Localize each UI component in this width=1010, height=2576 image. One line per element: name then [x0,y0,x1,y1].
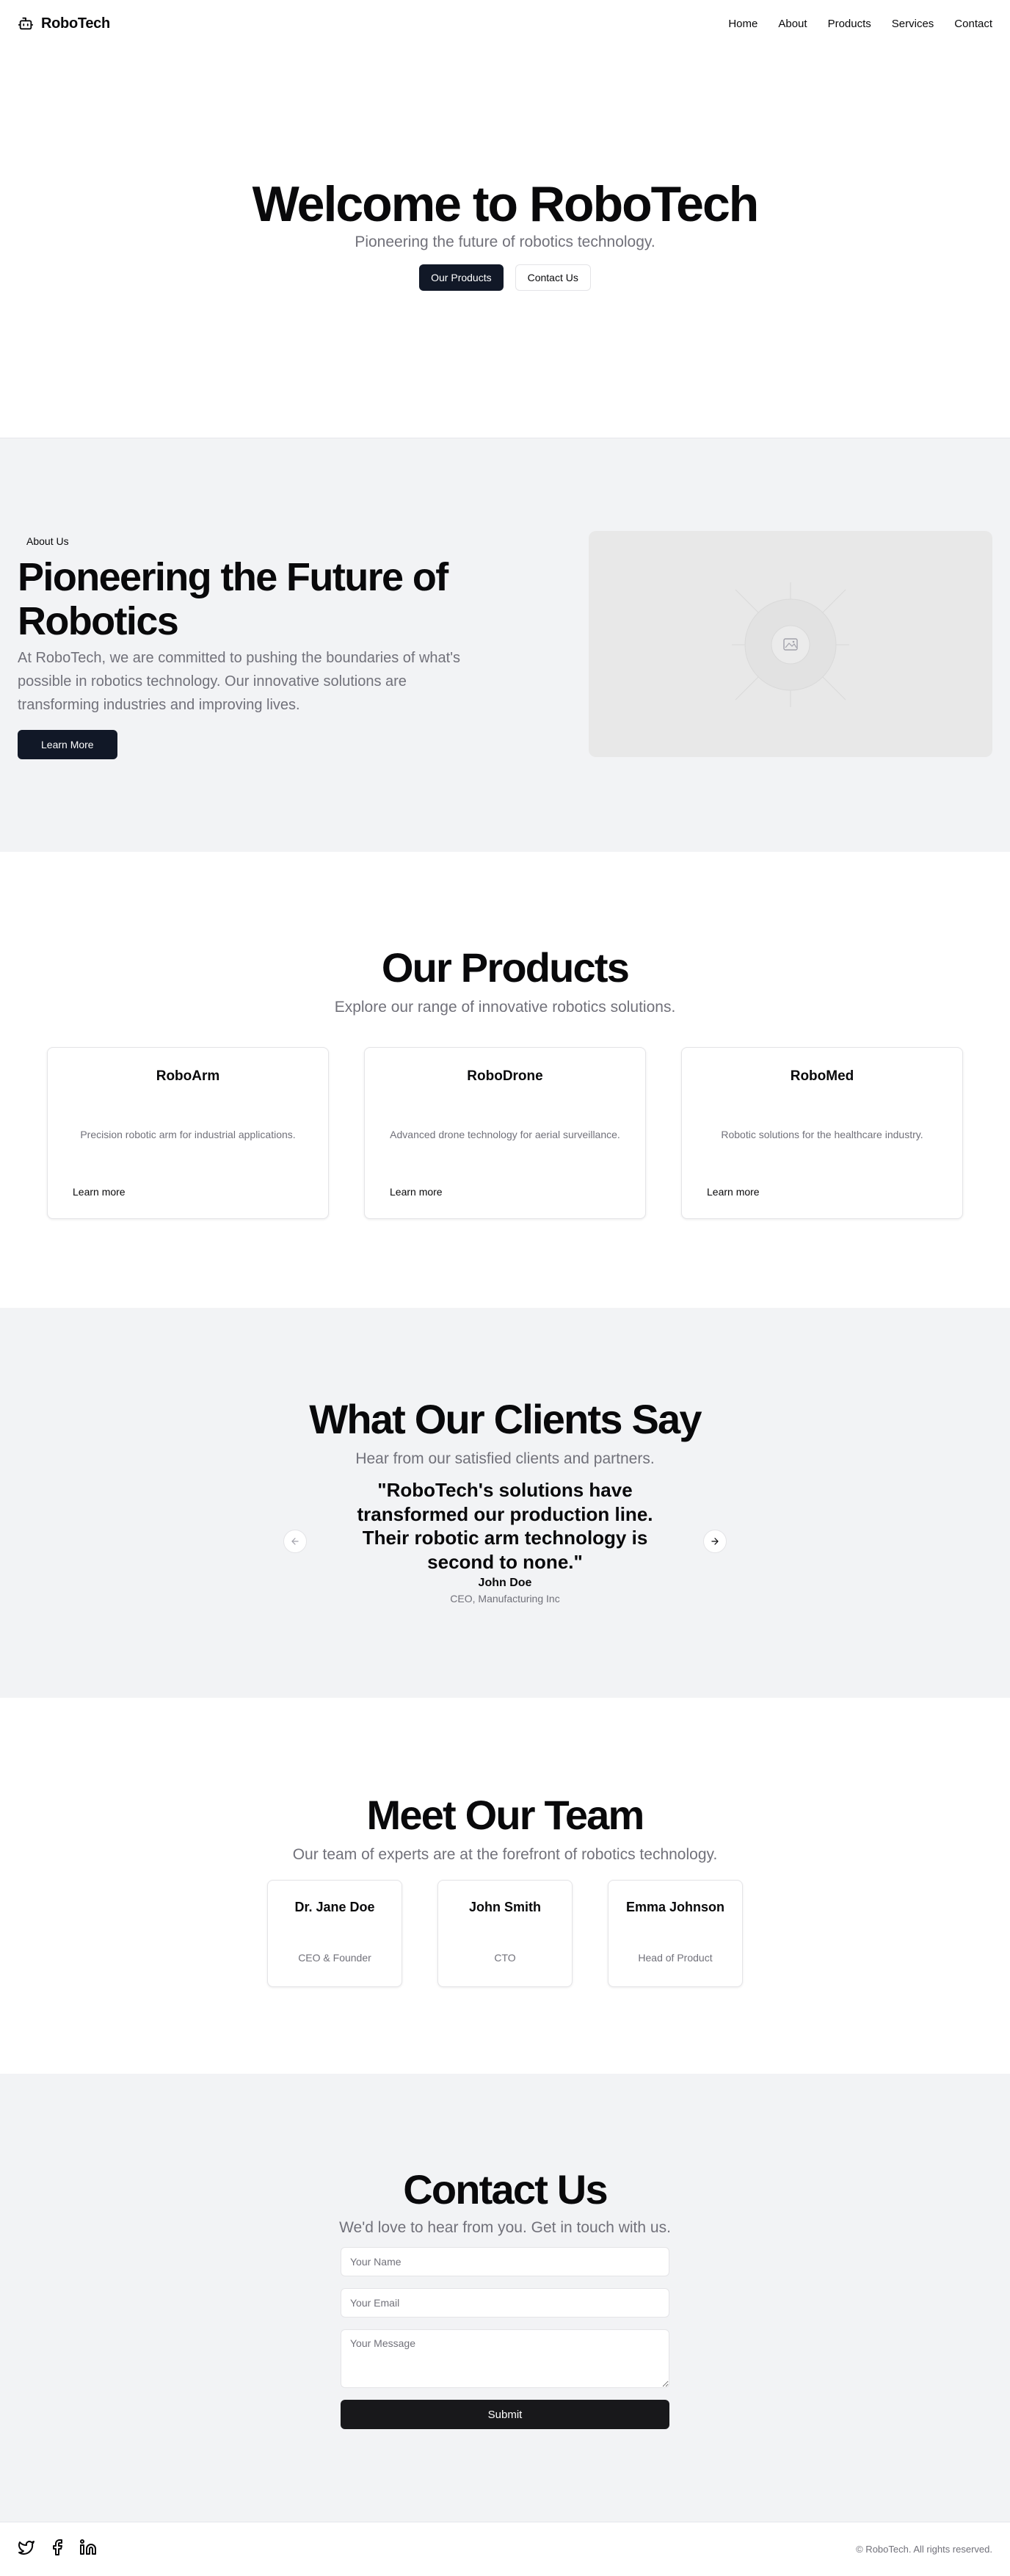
email-field[interactable] [341,2288,669,2318]
about-title: Pioneering the Future of Robotics [18,555,448,643]
hero-buttons: Our Products Contact Us [419,264,591,291]
team-title: Meet Our Team [366,1792,645,1838]
brand[interactable]: RoboTech [18,15,110,32]
testimonials-title: What Our Clients Say [309,1396,702,1442]
about-tag: About Us [18,531,78,552]
testimonials-section: What Our Clients Say Hear from our satis… [0,1308,1010,1698]
contact-title: Contact Us [403,2166,608,2213]
hero-section: Welcome to RoboTech Pioneering the futur… [0,47,1010,438]
about-body: At RoboTech, we are committed to pushing… [18,649,461,713]
our-products-button[interactable]: Our Products [419,264,504,291]
submit-button[interactable]: Submit [341,2400,669,2429]
product-learn-more-link[interactable]: Learn more [707,1186,760,1198]
facebook-icon [53,2539,62,2555]
product-learn-more-link[interactable]: Learn more [73,1186,126,1198]
main-nav: Home About Products Services Contact [728,18,992,30]
about-section: About Us Pioneering the Future of Roboti… [0,438,1010,852]
product-description: Precision robotic arm for industrial app… [80,1129,296,1140]
testimonial-author: John Doe [478,1577,532,1589]
nav-home[interactable]: Home [728,18,758,30]
product-name: RoboArm [156,1068,220,1084]
team-card: Emma Johnson Head of Product [608,1880,743,1987]
team-card: Dr. Jane Doe CEO & Founder [267,1880,402,1987]
facebook-link[interactable] [48,2539,66,2560]
products-title: Our Products [381,944,630,991]
about-image-placeholder [589,531,992,757]
team-member-name: Emma Johnson [625,1900,725,1914]
team-subtitle: Our team of experts are at the forefront… [292,1846,718,1863]
team-section: Meet Our Team Our team of experts are at… [0,1698,1010,2074]
message-field[interactable] [341,2329,669,2388]
about-content: About Us Pioneering the Future of Roboti… [18,531,575,759]
products-section: Our Products Explore our range of innova… [0,852,1010,1308]
team-member-name: Dr. Jane Doe [294,1900,375,1914]
nav-contact[interactable]: Contact [954,18,992,30]
testimonial-role: CEO, Manufacturing Inc [450,1593,560,1604]
twitter-link[interactable] [18,2539,35,2560]
team-member-role: CEO & Founder [298,1952,371,1964]
nav-about[interactable]: About [778,18,807,30]
nav-products[interactable]: Products [828,18,871,30]
team-member-name: John Smith [469,1900,541,1914]
team-cards: Dr. Jane Doe CEO & Founder John Smith CT… [267,1880,743,1987]
hero-title: Welcome to RoboTech [252,176,760,232]
arrow-left-icon [291,1538,299,1545]
product-card-roboarm: RoboArm Precision robotic arm for indust… [47,1047,329,1219]
site-header: RoboTech Home About Products Services Co… [0,0,1010,47]
learn-more-button[interactable]: Learn More [18,729,117,759]
name-field[interactable] [341,2247,669,2276]
site-footer: © RoboTech. All rights reserved. [0,2522,1010,2576]
testimonial-carousel: "RoboTech's solutions have transformed o… [283,1478,727,1604]
twitter-icon [18,2541,34,2555]
product-name: RoboDrone [467,1068,543,1084]
testimonials-subtitle: Hear from our satisfied clients and part… [355,1450,655,1467]
arrow-right-icon [711,1538,719,1545]
product-learn-more-link[interactable]: Learn more [390,1186,443,1198]
team-member-role: Head of Product [638,1952,713,1964]
image-placeholder-icon [732,582,849,707]
contact-section: Contact Us We'd love to hear from you. G… [0,2074,1010,2522]
testimonial: "RoboTech's solutions have transformed o… [336,1478,674,1604]
contact-form: Submit [341,2247,669,2429]
testimonial-quote: "RoboTech's solutions have transformed o… [357,1479,653,1573]
carousel-next-button[interactable] [703,1530,727,1553]
team-card: John Smith CTO [437,1880,573,1987]
social-links [18,2539,97,2560]
hero-subtitle: Pioneering the future of robotics techno… [355,234,655,250]
nav-services[interactable]: Services [892,18,934,30]
product-cards: RoboArm Precision robotic arm for indust… [47,1047,963,1219]
product-name: RoboMed [790,1068,854,1084]
product-card-robomed: RoboMed Robotic solutions for the health… [681,1047,963,1219]
contact-subtitle: We'd love to hear from you. Get in touch… [339,2219,671,2236]
team-member-role: CTO [494,1952,516,1964]
product-description: Advanced drone technology for aerial sur… [390,1129,620,1140]
carousel-prev-button[interactable] [283,1530,307,1553]
brand-name: RoboTech [41,15,110,32]
linkedin-link[interactable] [79,2539,97,2560]
bot-icon [18,17,34,30]
linkedin-icon [80,2539,96,2555]
contact-us-button[interactable]: Contact Us [515,264,591,291]
product-description: Robotic solutions for the healthcare ind… [721,1129,923,1140]
products-subtitle: Explore our range of innovative robotics… [334,999,676,1016]
copyright: © RoboTech. All rights reserved. [856,2544,992,2555]
product-card-robodrone: RoboDrone Advanced drone technology for … [364,1047,646,1219]
